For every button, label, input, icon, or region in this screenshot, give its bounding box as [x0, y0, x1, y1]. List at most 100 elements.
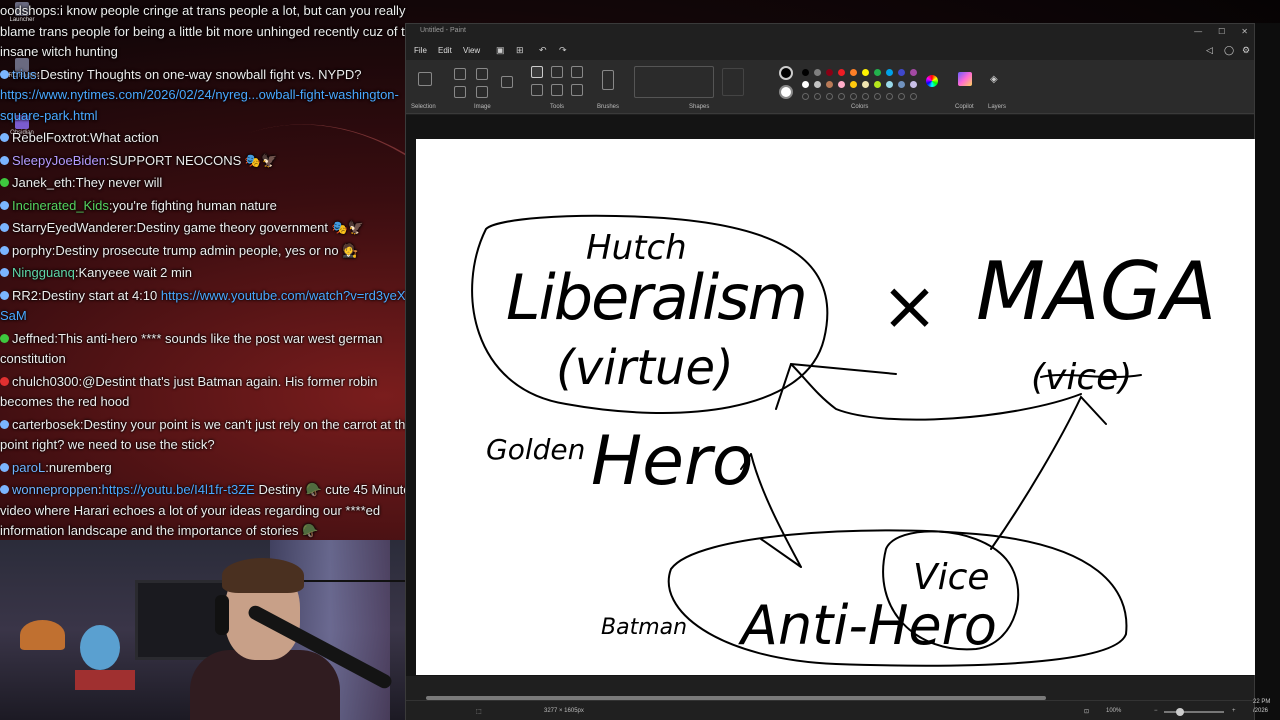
books [75, 670, 135, 690]
custom-color-slot[interactable] [802, 93, 809, 100]
chat-username[interactable]: SleepyJoeBiden [12, 153, 106, 168]
custom-color-slot[interactable] [910, 93, 917, 100]
color-swatch[interactable] [826, 69, 833, 76]
color-swatch[interactable] [862, 81, 869, 88]
primary-color[interactable] [779, 66, 793, 80]
resize-icon[interactable] [476, 68, 488, 80]
webcam-feed [0, 540, 428, 720]
drawing-canvas[interactable]: Hutch Liberalism (virtue) × MAGA (vice) … [416, 139, 1255, 675]
zoom-slider-thumb[interactable] [1176, 708, 1184, 716]
close-icon[interactable]: ✕ [1241, 27, 1248, 36]
eraser-icon[interactable] [531, 84, 543, 96]
layers-icon[interactable]: ◈ [990, 74, 1002, 86]
color-swatch[interactable] [910, 81, 917, 88]
custom-color-slot[interactable] [814, 93, 821, 100]
color-picker-icon[interactable] [551, 84, 563, 96]
fit-window-icon[interactable]: ⊡ [1084, 708, 1089, 715]
zoom-slider[interactable] [1164, 711, 1224, 713]
shapes-gallery[interactable] [634, 66, 714, 98]
edit-colors-icon[interactable] [926, 75, 938, 87]
color-swatch[interactable] [850, 81, 857, 88]
arrowhead-liberalism [775, 363, 897, 410]
share-export-icon[interactable]: ◁ [1206, 45, 1213, 56]
color-swatch[interactable] [838, 69, 845, 76]
menu-edit[interactable]: Edit [438, 46, 452, 55]
custom-color-slot[interactable] [874, 93, 881, 100]
chat-message: Janek_eth:They never will [0, 172, 428, 195]
chat-username[interactable]: Jeffned [12, 331, 54, 346]
color-swatch[interactable] [802, 69, 809, 76]
redo-icon[interactable]: ↷ [559, 45, 567, 56]
chat-username[interactable]: Janek_eth [12, 175, 72, 190]
text-icon[interactable] [571, 66, 583, 78]
chat-username[interactable]: StarryEyedWanderer [12, 220, 133, 235]
chat-username[interactable]: chulch0300 [12, 374, 79, 389]
shape-outline-fill[interactable] [722, 68, 744, 96]
zoom-level[interactable]: 100% [1106, 708, 1121, 714]
magnifier-icon[interactable] [571, 84, 583, 96]
color-swatch[interactable] [838, 81, 845, 88]
hero-text: Hero [591, 422, 754, 501]
share-icon[interactable]: ⊞ [516, 45, 524, 56]
chat-username[interactable]: RR2 [12, 288, 38, 303]
chat-username[interactable]: Ningguanq [12, 265, 75, 280]
color-swatch[interactable] [850, 69, 857, 76]
chat-username[interactable]: wonneproppen [12, 482, 98, 497]
custom-color-slot[interactable] [850, 93, 857, 100]
color-swatch[interactable] [826, 81, 833, 88]
color-swatch[interactable] [814, 81, 821, 88]
chat-username[interactable]: porphy [12, 243, 52, 258]
chat-badge-icon [0, 69, 9, 79]
chat-username[interactable]: paroL [12, 460, 45, 475]
color-swatch[interactable] [874, 81, 881, 88]
custom-color-slot[interactable] [862, 93, 869, 100]
chat-message: chulch0300:@Destint that's just Batman a… [0, 371, 428, 414]
settings-icon[interactable]: ⚙ [1242, 45, 1250, 56]
color-swatch[interactable] [898, 69, 905, 76]
chat-username[interactable]: oodshops [0, 3, 56, 18]
color-swatch[interactable] [874, 69, 881, 76]
color-swatch[interactable] [862, 69, 869, 76]
custom-color-slot[interactable] [898, 93, 905, 100]
color-swatch[interactable] [886, 69, 893, 76]
fill-icon[interactable] [551, 66, 563, 78]
chat-username[interactable]: trius [12, 67, 37, 82]
custom-color-slot[interactable] [838, 93, 845, 100]
image-tool-icon[interactable] [476, 86, 488, 98]
rotate-icon[interactable] [501, 76, 513, 88]
zoom-in-icon[interactable]: + [1232, 708, 1236, 714]
menu-file[interactable]: File [414, 46, 427, 55]
color-swatch[interactable] [886, 81, 893, 88]
maximize-icon[interactable]: ☐ [1218, 27, 1225, 36]
brush-icon[interactable] [602, 70, 614, 90]
crop-icon[interactable] [454, 68, 466, 80]
save-icon[interactable]: ▣ [496, 45, 505, 56]
color-swatch[interactable] [814, 69, 821, 76]
chat-text: Destiny prosecute trump admin people, ye… [55, 242, 359, 258]
flip-icon[interactable] [454, 86, 466, 98]
account-icon[interactable]: ◯ [1224, 45, 1234, 56]
custom-color-slot[interactable] [886, 93, 893, 100]
chat-username[interactable]: Incinerated_Kids [12, 198, 109, 213]
ribbon-toolbar: ◈ Selection Image Tools Brushes Shapes C… [406, 60, 1254, 114]
chat-panel: oodshops:i know people cringe at trans p… [0, 0, 428, 540]
chat-text: This anti-hero **** sounds like the post… [0, 330, 383, 367]
pencil-icon[interactable] [531, 66, 543, 78]
chat-link[interactable]: https://youtu.be/I4l1fr-t3ZE [102, 482, 255, 497]
chat-username[interactable]: RebelFoxtrot [12, 130, 86, 145]
window-title: Untitled - Paint [420, 27, 466, 34]
undo-icon[interactable]: ↶ [539, 45, 547, 56]
selection-tool[interactable] [418, 72, 432, 86]
chat-username[interactable]: carterbosek [12, 417, 80, 432]
chat-link[interactable]: https://www.nytimes.com/2026/02/24/nyreg… [0, 87, 399, 123]
secondary-color[interactable] [779, 85, 793, 99]
menu-view[interactable]: View [463, 46, 480, 55]
color-swatch[interactable] [802, 81, 809, 88]
copilot-icon[interactable] [958, 72, 972, 86]
color-swatch[interactable] [910, 69, 917, 76]
minimize-icon[interactable]: — [1194, 27, 1202, 36]
color-swatch[interactable] [898, 81, 905, 88]
zoom-out-icon[interactable]: − [1154, 708, 1158, 714]
custom-color-slot[interactable] [826, 93, 833, 100]
group-label-brushes: Brushes [597, 104, 620, 110]
